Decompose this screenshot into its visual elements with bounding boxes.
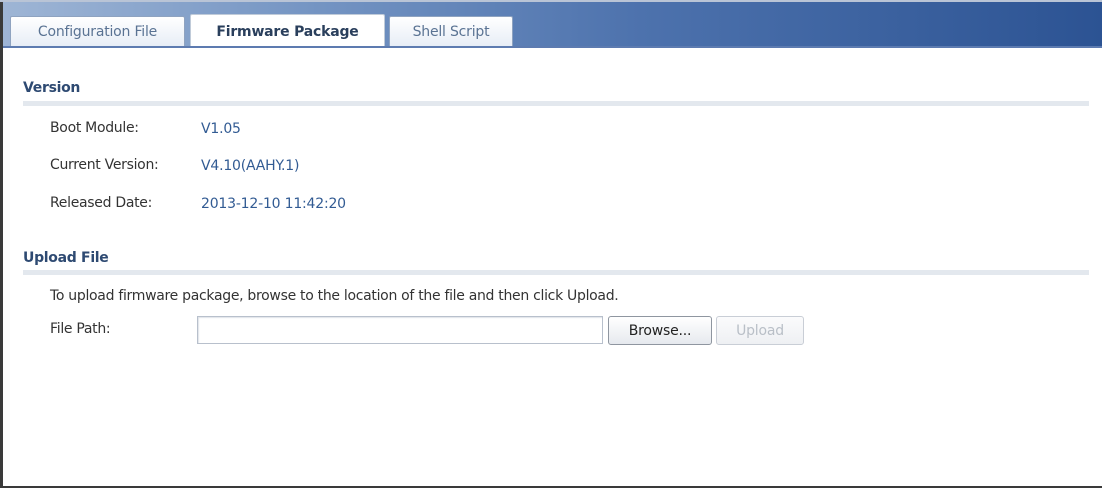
- tab-configuration-file[interactable]: Configuration File: [10, 16, 185, 46]
- tab-label: Firmware Package: [216, 23, 359, 40]
- upload-button[interactable]: Upload: [716, 316, 804, 345]
- window-frame: [0, 0, 1102, 488]
- boot-module-value: V1.05: [201, 121, 241, 137]
- file-path-label: File Path:: [50, 321, 111, 337]
- boot-module-label: Boot Module:: [50, 120, 139, 136]
- released-date-value: 2013-12-10 11:42:20: [201, 196, 346, 212]
- tab-label: Configuration File: [37, 23, 158, 40]
- browse-button[interactable]: Browse...: [608, 316, 712, 345]
- upload-section-title: Upload File: [23, 250, 109, 266]
- version-section-divider: [23, 101, 1089, 106]
- tab-bar-divider: [3, 46, 1102, 48]
- tab-bar: Configuration File Firmware Package Shel…: [3, 2, 1102, 48]
- upload-button-label: Upload: [736, 322, 784, 339]
- file-path-input[interactable]: [197, 316, 603, 344]
- current-version-value: V4.10(AAHY.1): [201, 158, 300, 174]
- tab-shell-script[interactable]: Shell Script: [389, 16, 513, 46]
- current-version-label: Current Version:: [50, 157, 159, 173]
- upload-section-divider: [23, 270, 1089, 275]
- tab-firmware-package[interactable]: Firmware Package: [190, 14, 385, 48]
- version-section-title: Version: [23, 80, 81, 96]
- browse-button-label: Browse...: [628, 322, 692, 339]
- tab-label: Shell Script: [412, 23, 490, 40]
- released-date-label: Released Date:: [50, 195, 153, 211]
- upload-instructions: To upload firmware package, browse to th…: [50, 288, 619, 304]
